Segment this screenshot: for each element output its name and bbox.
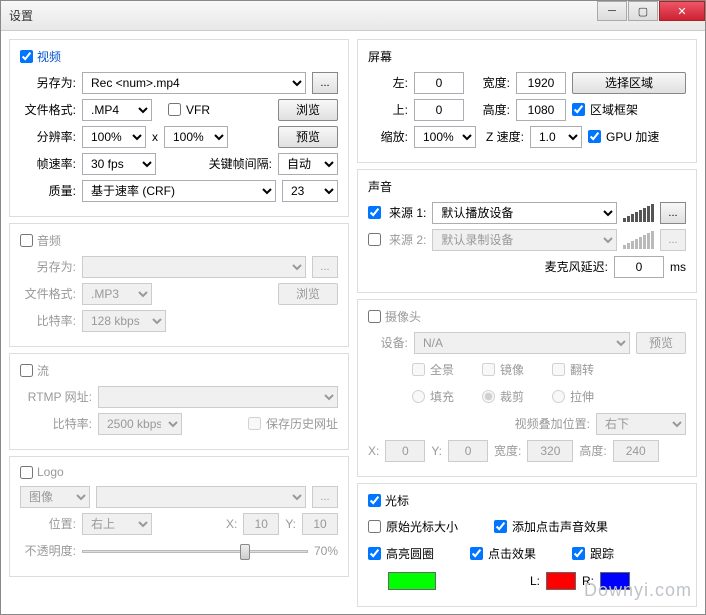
- audio-browse-button: 浏览: [278, 283, 338, 305]
- group-video: 视频 另存为: Rec <num>.mp4 ... 文件格式: .MP4 VFR…: [9, 39, 349, 217]
- video-saveas-label: 另存为:: [20, 74, 76, 91]
- logo-y-input: [302, 513, 338, 535]
- titlebar: 设置 ─ ▢ ✕: [1, 1, 705, 31]
- close-button[interactable]: ✕: [659, 1, 705, 21]
- screen-areaframe-checkbox[interactable]: [572, 103, 585, 116]
- logo-pos-select: 右上: [82, 513, 152, 535]
- cursor-l-color[interactable]: [546, 572, 576, 590]
- video-format-label: 文件格式:: [20, 101, 76, 118]
- sound-src2-more-icon: ...: [660, 229, 686, 251]
- screen-width-input[interactable]: [516, 72, 566, 94]
- cursor-clickeffect-checkbox[interactable]: [470, 547, 483, 560]
- screen-left-input[interactable]: [414, 72, 464, 94]
- video-quality-value-select[interactable]: 23: [282, 180, 338, 202]
- camera-overlay-select: 右下: [596, 413, 686, 435]
- minimize-button[interactable]: ─: [597, 1, 627, 21]
- camera-stretch-radio: [552, 390, 565, 403]
- stream-title: 流: [37, 362, 49, 379]
- video-res-h-select[interactable]: 100%: [164, 126, 228, 148]
- video-preview-button[interactable]: 预览: [278, 126, 338, 148]
- camera-fill-radio: [412, 390, 425, 403]
- video-saveas-select[interactable]: Rec <num>.mp4: [82, 72, 306, 94]
- camera-flip-checkbox: [552, 363, 565, 376]
- audio-format-select: .MP3: [82, 283, 152, 305]
- camera-y-input: [448, 440, 488, 462]
- screen-gpu-checkbox[interactable]: [588, 130, 601, 143]
- video-keyframe-label: 关键帧间隔:: [209, 155, 272, 172]
- volume-bars-icon: [623, 231, 654, 249]
- camera-x-input: [385, 440, 425, 462]
- sound-src1-select[interactable]: 默认播放设备: [432, 202, 617, 224]
- camera-preview-button: 预览: [636, 332, 686, 354]
- audio-saveas-browse-icon: ...: [312, 256, 338, 278]
- logo-enable-checkbox[interactable]: [20, 466, 33, 479]
- camera-width-input: [527, 440, 573, 462]
- camera-crop-radio: [482, 390, 495, 403]
- video-quality-label: 质量:: [20, 182, 76, 199]
- camera-height-input: [613, 440, 659, 462]
- audio-enable-checkbox[interactable]: [20, 234, 33, 247]
- video-format-select[interactable]: .MP4: [82, 99, 152, 121]
- audio-bitrate-select: 128 kbps: [82, 310, 166, 332]
- group-camera: 摄像头 设备: N/A 预览 全景 镜像 翻转 填充 裁剪 拉伸: [357, 299, 697, 477]
- camera-mirror-checkbox: [482, 363, 495, 376]
- video-keyframe-select[interactable]: 自动: [278, 153, 338, 175]
- video-browse-button[interactable]: 浏览: [278, 99, 338, 121]
- cursor-enable-checkbox[interactable]: [368, 494, 381, 507]
- logo-image-path-select: [96, 486, 306, 508]
- stream-rtmp-select: [98, 386, 338, 408]
- logo-x-input: [243, 513, 279, 535]
- stream-bitrate-select: 2500 kbps: [98, 413, 182, 435]
- screen-title: 屏幕: [368, 48, 392, 65]
- maximize-button[interactable]: ▢: [628, 1, 658, 21]
- video-saveas-browse-icon[interactable]: ...: [312, 72, 338, 94]
- vfr-checkbox[interactable]: [168, 103, 181, 116]
- screen-select-area-button[interactable]: 选择区域: [572, 72, 686, 94]
- window-title: 设置: [9, 7, 697, 24]
- group-sound: 声音 来源 1: 默认播放设备 ... 来源 2: 默认录制设备 ... 麦克风…: [357, 169, 697, 293]
- sound-title: 声音: [368, 178, 392, 195]
- volume-bars-icon: [623, 204, 654, 222]
- sound-src1-checkbox[interactable]: [368, 206, 381, 219]
- cursor-title: 光标: [385, 492, 409, 509]
- camera-enable-checkbox[interactable]: [368, 310, 381, 323]
- screen-zoom-select[interactable]: 100%: [414, 126, 476, 148]
- audio-title: 音频: [37, 232, 61, 249]
- audio-saveas-select: [82, 256, 306, 278]
- sound-src2-select: 默认录制设备: [432, 229, 617, 251]
- camera-device-select: N/A: [414, 332, 630, 354]
- stream-enable-checkbox[interactable]: [20, 364, 33, 377]
- group-screen: 屏幕 左: 宽度: 选择区域 上: 高度: 区域框架 缩放:: [357, 39, 697, 163]
- video-fps-label: 帧速率:: [20, 155, 76, 172]
- video-fps-select[interactable]: 30 fps: [82, 153, 156, 175]
- camera-pano-checkbox: [412, 363, 425, 376]
- sound-src2-checkbox[interactable]: [368, 233, 381, 246]
- cursor-highlight-color[interactable]: [388, 572, 436, 590]
- mic-delay-input[interactable]: [614, 256, 664, 278]
- group-stream: 流 RTMP 网址: 比特率: 2500 kbps 保存历史网址: [9, 353, 349, 450]
- screen-height-input[interactable]: [516, 99, 566, 121]
- video-res-w-select[interactable]: 100%: [82, 126, 146, 148]
- watermark: Downyi.com: [584, 580, 692, 601]
- cursor-origsize-checkbox[interactable]: [368, 520, 381, 533]
- cursor-clicksound-checkbox[interactable]: [494, 520, 507, 533]
- logo-opacity-slider: [82, 540, 308, 562]
- cursor-highlight-checkbox[interactable]: [368, 547, 381, 560]
- video-title: 视频: [37, 48, 61, 65]
- screen-zspeed-select[interactable]: 1.0: [530, 126, 582, 148]
- screen-top-input[interactable]: [414, 99, 464, 121]
- camera-title: 摄像头: [385, 308, 421, 325]
- logo-image-select: 图像: [20, 486, 90, 508]
- video-res-label: 分辨率:: [20, 128, 76, 145]
- video-quality-mode-select[interactable]: 基于速率 (CRF): [82, 180, 276, 202]
- logo-browse-icon: ...: [312, 486, 338, 508]
- stream-save-history-checkbox: [248, 417, 261, 430]
- logo-title: Logo: [37, 465, 64, 479]
- cursor-track-checkbox[interactable]: [572, 547, 585, 560]
- group-audio: 音频 另存为: ... 文件格式: .MP3 浏览 比特率: 128 kbps: [9, 223, 349, 347]
- group-logo: Logo 图像 ... 位置: 右上 X: Y: 不透明度:: [9, 456, 349, 577]
- video-enable-checkbox[interactable]: [20, 50, 33, 63]
- sound-src1-more-icon[interactable]: ...: [660, 202, 686, 224]
